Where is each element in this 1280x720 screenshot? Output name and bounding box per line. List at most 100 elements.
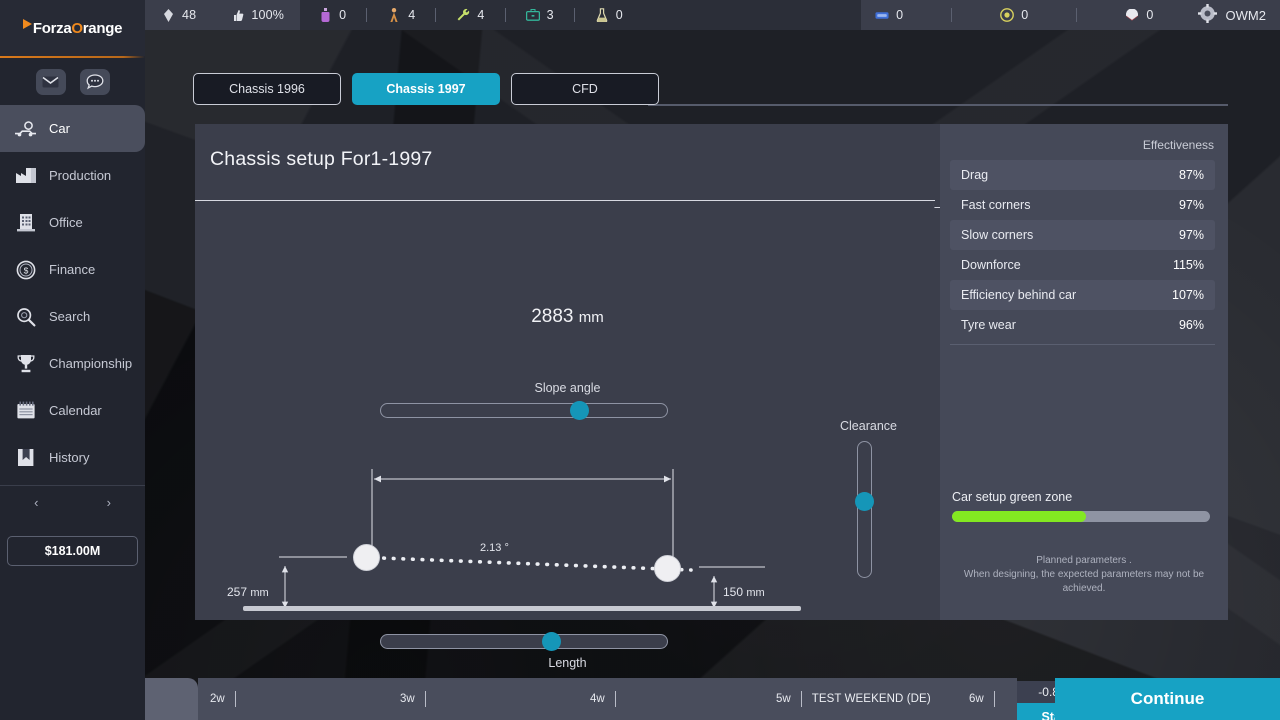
front-height-value: 257 xyxy=(227,585,247,599)
sidebar-next-button[interactable]: › xyxy=(107,495,111,510)
ground-line xyxy=(243,606,801,611)
timeline-marker xyxy=(235,691,236,707)
row-label: Tyre wear xyxy=(961,318,1016,332)
row-value: 87% xyxy=(1179,168,1204,182)
profile-area[interactable]: OWM2 xyxy=(1168,0,1280,30)
divider xyxy=(951,8,952,22)
clearance-slider[interactable] xyxy=(857,441,872,578)
mail-button[interactable] xyxy=(36,69,66,95)
gem-icon xyxy=(161,8,175,23)
green-zone-track xyxy=(952,511,1210,522)
target-value: 0 xyxy=(1021,8,1028,22)
bookmark-icon xyxy=(14,447,37,469)
front-wheel xyxy=(353,544,380,571)
effectiveness-title: Effectiveness xyxy=(1143,138,1214,152)
effectiveness-list: Drag 87% Fast corners 97% Slow corners 9… xyxy=(950,160,1215,340)
row-label: Efficiency behind car xyxy=(961,288,1076,302)
helmet-value: 0 xyxy=(1146,8,1153,22)
table-row: Slow corners 97% xyxy=(950,220,1215,250)
status-helmet: 0 xyxy=(1125,8,1153,23)
table-row: Drag 87% xyxy=(950,160,1215,190)
tab-chassis-1996[interactable]: Chassis 1996 xyxy=(193,73,341,105)
timeline-label: 3w xyxy=(400,693,415,705)
calendar-icon xyxy=(14,400,37,422)
timeline-label: 6w xyxy=(969,693,984,705)
timeline-cell-4w[interactable]: 4w xyxy=(578,678,764,720)
briefcase-icon xyxy=(526,8,540,23)
car-icon xyxy=(14,118,37,140)
front-height-readout: 257 mm xyxy=(227,585,269,599)
timeline-cell-3w[interactable]: 3w xyxy=(388,678,578,720)
slope-angle-label: Slope angle xyxy=(195,381,940,395)
timeline-event: TEST WEEKEND (DE) xyxy=(812,693,931,705)
car-front-icon xyxy=(875,8,889,23)
clearance-label: Clearance xyxy=(840,419,897,433)
chat-button[interactable] xyxy=(80,69,110,95)
row-label: Downforce xyxy=(961,258,1021,272)
timeline-marker xyxy=(801,691,802,707)
divider xyxy=(1076,8,1077,22)
flask-icon xyxy=(595,8,609,23)
sidebar-item-car[interactable]: Car xyxy=(0,105,145,152)
wheelbase-unit: mm xyxy=(579,309,604,326)
sidebar-item-history[interactable]: History xyxy=(0,434,145,481)
wrench-value: 4 xyxy=(477,8,484,22)
length-slider[interactable] xyxy=(380,634,668,649)
svg-text:$: $ xyxy=(23,265,28,275)
row-value: 96% xyxy=(1179,318,1204,332)
divider xyxy=(505,8,506,22)
angle-value: 2.13 xyxy=(480,542,501,554)
row-value: 97% xyxy=(1179,228,1204,242)
sidebar-prev-button[interactable]: ‹ xyxy=(34,495,38,510)
gear-icon[interactable] xyxy=(1198,4,1217,26)
slope-angle-knob[interactable] xyxy=(570,401,589,420)
sidebar-item-calendar[interactable]: Calendar xyxy=(0,387,145,434)
sidebar-item-finance[interactable]: $ Finance xyxy=(0,246,145,293)
sidebar-item-label: Championship xyxy=(49,356,132,371)
status-group-team: 0 0 0 xyxy=(861,0,1167,30)
tab-chassis-1997[interactable]: Chassis 1997 xyxy=(352,73,500,105)
sidebar-item-label: Finance xyxy=(49,262,95,277)
table-row: Downforce 115% xyxy=(950,250,1215,280)
front-height-unit: mm xyxy=(250,587,268,599)
chassis-setup-panel: Chassis setup For1-1997 Slope angle 2883… xyxy=(195,124,1228,620)
status-morale: 100% xyxy=(230,8,284,23)
row-label: Slow corners xyxy=(961,228,1033,242)
timeline-cell-5w[interactable]: 5w TEST WEEKEND (DE) xyxy=(764,678,957,720)
top-status-bar: 48 100% 0 4 4 xyxy=(145,0,1280,30)
planned-line-1: Planned parameters . xyxy=(944,554,1224,568)
flask-value: 0 xyxy=(616,8,623,22)
sidebar-item-championship[interactable]: Championship xyxy=(0,340,145,387)
status-oil: 0 xyxy=(318,8,346,23)
wrench-icon xyxy=(456,8,470,23)
status-gem: 48 xyxy=(161,8,196,23)
status-group-parts: 0 4 4 3 0 xyxy=(300,0,861,30)
length-knob[interactable] xyxy=(542,632,561,651)
timeline-cell-6w[interactable]: 6w xyxy=(957,678,1017,720)
logo-part-1: Forza xyxy=(33,20,72,37)
continue-button[interactable]: Continue xyxy=(1055,678,1280,720)
divider xyxy=(435,8,436,22)
chassis-tabs: Chassis 1996 Chassis 1997 CFD xyxy=(193,73,1228,105)
clearance-knob[interactable] xyxy=(855,492,874,511)
row-value: 107% xyxy=(1172,288,1204,302)
sidebar: ForzaOrange Car Production Offic xyxy=(0,0,145,720)
money-balance[interactable]: $181.00M xyxy=(7,536,138,566)
tab-cfd[interactable]: CFD xyxy=(511,73,659,105)
status-briefcase: 3 xyxy=(526,8,554,23)
timeline-label: 4w xyxy=(590,693,605,705)
sidebar-item-production[interactable]: Production xyxy=(0,152,145,199)
app-logo[interactable]: ForzaOrange xyxy=(0,0,145,56)
logo-part-3: range xyxy=(83,20,122,37)
wheelbase-readout: 2883 mm xyxy=(195,306,940,328)
section-divider xyxy=(950,344,1215,345)
sidebar-item-office[interactable]: Office xyxy=(0,199,145,246)
wheelbase-value: 2883 xyxy=(531,306,573,327)
timeline-cell-2w[interactable]: 2w xyxy=(198,678,388,720)
slope-angle-slider[interactable] xyxy=(380,403,668,418)
engineer-value: 4 xyxy=(408,8,415,22)
rear-height-readout: 150 mm xyxy=(723,585,765,599)
sidebar-item-label: History xyxy=(49,450,89,465)
engineer-icon xyxy=(387,8,401,23)
sidebar-item-search[interactable]: Search xyxy=(0,293,145,340)
